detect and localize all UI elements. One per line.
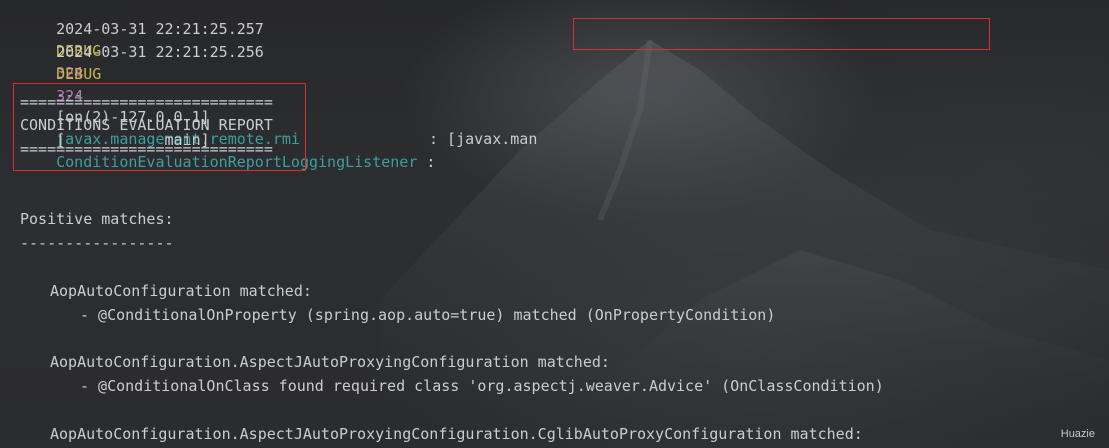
log-message: : [javax.man xyxy=(419,130,538,148)
logger-highlight-box xyxy=(573,18,990,50)
match-entry-name: AopAutoConfiguration.AspectJAutoProxying… xyxy=(50,353,610,371)
console-output[interactable]: 2024-03-31 22:21:25.257 DEBUG 324 --- [o… xyxy=(0,0,1109,448)
log-line: 2024-03-31 22:21:25.257 DEBUG 324 --- [o… xyxy=(20,0,537,148)
match-entry-detail: - @ConditionalOnClass found required cla… xyxy=(80,377,884,395)
section-rule: ----------------- xyxy=(20,234,174,252)
log-line: 2024-03-31 22:21:25.256 DEBUG 324 --- [ … xyxy=(20,19,435,171)
watermark: Huazie xyxy=(1060,428,1095,440)
log-message: : xyxy=(417,153,436,171)
log-level: DEBUG xyxy=(56,65,102,83)
section-heading: Positive matches: xyxy=(20,210,174,228)
match-entry-name: AopAutoConfiguration.AspectJAutoProxying… xyxy=(50,425,863,443)
match-entry-detail: - @ConditionalOnProperty (spring.aop.aut… xyxy=(80,306,776,324)
match-entry-name: AopAutoConfiguration matched: xyxy=(50,282,312,300)
report-header-highlight-box xyxy=(13,83,306,171)
log-timestamp: 2024-03-31 22:21:25.256 xyxy=(56,43,264,61)
